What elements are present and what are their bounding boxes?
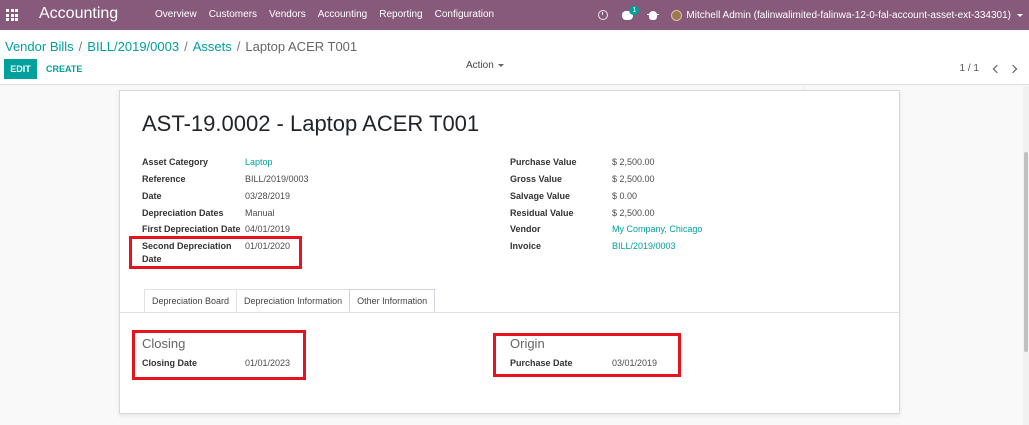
field-label-gross-value: Gross Value	[510, 174, 563, 184]
field-label-purchase-value: Purchase Value	[510, 157, 577, 167]
breadcrumb-current: Laptop ACER T001	[245, 39, 358, 54]
pager-value[interactable]: 1 / 1	[960, 63, 979, 74]
field-value-purchase-value: $ 2,500.00	[612, 157, 655, 167]
caret-down-icon	[497, 64, 504, 67]
menu-reporting[interactable]: Reporting	[379, 9, 422, 20]
breadcrumb-separator: /	[184, 39, 188, 54]
edit-button[interactable]: EDIT	[4, 59, 37, 79]
field-value-residual-value: $ 2,500.00	[612, 208, 655, 218]
field-value-invoice[interactable]: BILL/2019/0003	[612, 241, 676, 251]
top-navbar: Accounting Overview Customers Vendors Ac…	[0, 0, 1029, 30]
navbar-systray: 1 Mitchell Admin (falinwalimited-falinwa…	[598, 0, 1023, 30]
caret-down-icon[interactable]	[1017, 13, 1023, 17]
tabs-divider	[120, 312, 899, 313]
debug-bug-icon[interactable]	[647, 10, 660, 20]
tab-depreciation-board[interactable]: Depreciation Board	[144, 289, 238, 312]
breadcrumb-separator: /	[236, 39, 241, 54]
scrollbar-thumb[interactable]	[1024, 152, 1028, 352]
field-value-gross-value: $ 2,500.00	[612, 174, 655, 184]
field-label-vendor: Vendor	[510, 224, 541, 234]
field-value-reference: BILL/2019/0003	[245, 174, 309, 184]
action-dropdown[interactable]: Action	[466, 60, 504, 71]
field-label-salvage-value: Salvage Value	[510, 191, 571, 201]
page-title: AST-19.0002 - Laptop ACER T001	[142, 111, 480, 136]
tab-other-information[interactable]: Other Information	[349, 289, 436, 312]
field-value-depreciation-dates: Manual	[245, 208, 275, 218]
menu-accounting[interactable]: Accounting	[318, 9, 367, 20]
notebook-tabs: Depreciation Board Depreciation Informat…	[144, 289, 436, 312]
field-label-invoice: Invoice	[510, 241, 542, 251]
action-label: Action	[466, 60, 494, 71]
breadcrumb-assets[interactable]: Assets	[193, 39, 232, 54]
breadcrumb-vendor-bills[interactable]: Vendor Bills	[5, 39, 74, 54]
avatar[interactable]	[671, 9, 683, 21]
apps-menu-icon[interactable]	[6, 9, 18, 21]
menu-vendors[interactable]: Vendors	[269, 9, 306, 20]
field-value-first-depreciation-date: 04/01/2019	[245, 224, 291, 234]
menu-overview[interactable]: Overview	[155, 9, 197, 20]
field-label-asset-category: Asset Category	[142, 157, 209, 167]
highlight-box-second-depreciation	[129, 236, 302, 269]
scrollbar[interactable]	[1023, 86, 1029, 425]
menu-configuration[interactable]: Configuration	[435, 9, 494, 20]
field-value-asset-category[interactable]: Laptop	[245, 157, 273, 167]
user-menu[interactable]: Mitchell Admin (falinwalimited-falinwa-1…	[686, 10, 1011, 21]
breadcrumb: Vendor Bills / BILL/2019/0003 / Assets /…	[5, 39, 357, 54]
chevron-right-icon[interactable]	[1008, 64, 1018, 73]
app-title[interactable]: Accounting	[39, 5, 118, 23]
chat-badge: 1	[629, 5, 640, 15]
tab-depreciation-information[interactable]: Depreciation Information	[236, 289, 351, 312]
field-label-residual-value: Residual Value	[510, 208, 574, 218]
create-button[interactable]: CREATE	[46, 59, 82, 79]
pager: 1 / 1	[960, 63, 1021, 74]
field-value-date: 03/28/2019	[245, 191, 291, 201]
highlight-box-closing	[132, 330, 306, 380]
highlight-box-origin	[493, 333, 681, 377]
chat-icon[interactable]: 1	[622, 5, 640, 20]
activity-clock-icon[interactable]	[598, 10, 609, 20]
field-value-vendor[interactable]: My Company, Chicago	[612, 224, 702, 234]
field-label-reference: Reference	[142, 174, 186, 184]
chevron-left-icon[interactable]	[992, 64, 1002, 73]
field-label-first-depreciation-date: First Depreciation Date	[142, 224, 241, 234]
control-panel: Vendor Bills / BILL/2019/0003 / Assets /…	[0, 30, 1029, 85]
breadcrumb-separator: /	[78, 39, 83, 54]
breadcrumb-bill[interactable]: BILL/2019/0003	[87, 39, 179, 54]
field-value-salvage-value: $ 0.00	[612, 191, 638, 201]
field-label-date: Date	[142, 191, 162, 201]
main-menu: Overview Customers Vendors Accounting Re…	[155, 9, 506, 20]
menu-customers[interactable]: Customers	[209, 9, 257, 20]
field-label-depreciation-dates: Depreciation Dates	[142, 208, 224, 218]
